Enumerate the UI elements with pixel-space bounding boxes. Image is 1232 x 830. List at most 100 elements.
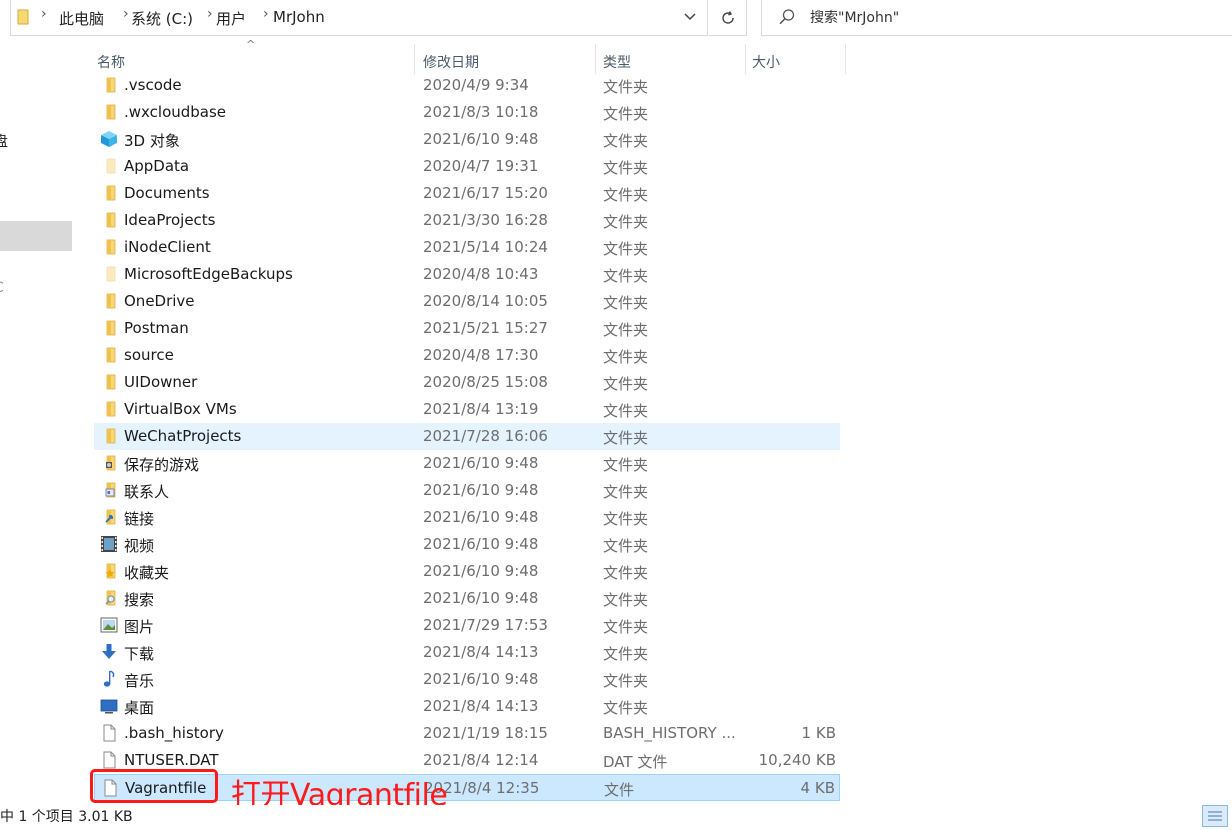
row-date: 2020/8/25 15:08 [423,373,548,391]
row-type: 文件夹 [603,105,649,123]
row-type: 文件夹 [603,348,649,366]
search-icon [779,9,795,25]
row-date: 2021/6/10 9:48 [423,589,539,607]
row-name: 图片 [124,618,155,636]
row-date: 2021/6/10 9:48 [423,562,539,580]
chevron-right-icon[interactable]: › [263,6,269,22]
table-row[interactable]: 音乐 2021/6/10 9:48 文件夹 [94,666,840,693]
column-header-row: ^ 名称 修改日期 类型 大小 [88,38,848,74]
row-name: iNodeClient [124,238,211,256]
row-date: 2021/3/30 16:28 [423,211,548,229]
breadcrumb-drive-c[interactable]: 系统 (C:) [131,8,193,29]
column-header-size[interactable]: 大小 [752,52,780,72]
folder-icon [100,346,118,364]
row-type: 文件夹 [603,321,649,339]
table-row[interactable]: .bash_history 2021/1/19 18:15 BASH_HISTORY… [94,720,840,747]
row-type: 文件夹 [603,483,649,501]
table-row[interactable]: .wxcloudbase 2021/8/3 10:18 文件夹 [94,99,840,126]
row-date: 2021/6/10 9:48 [423,535,539,553]
table-row[interactable]: 3D 对象 2021/6/10 9:48 文件夹 [94,126,840,153]
row-date: 2020/4/8 17:30 [423,346,539,364]
table-row[interactable]: Documents 2021/6/17 15:20 文件夹 [94,180,840,207]
column-divider[interactable] [845,44,846,74]
breadcrumb-users[interactable]: 用户 [216,8,246,29]
row-type: 文件夹 [603,240,649,258]
3d-objects-icon [100,130,118,148]
table-row[interactable]: VirtualBox VMs 2021/8/4 13:19 文件夹 [94,396,840,423]
folder-icon [100,103,118,121]
folder-hidden-icon [100,265,118,283]
table-row[interactable]: 保存的游戏 2021/6/10 9:48 文件夹 [94,450,840,477]
downloads-icon [100,643,118,661]
column-header-date[interactable]: 修改日期 [423,52,479,72]
status-text: 中 1 个项目 3.01 KB [0,809,133,825]
chevron-right-icon[interactable]: › [123,6,129,22]
table-row[interactable]: 联系人 2021/6/10 9:48 文件夹 [94,477,840,504]
details-view-button[interactable] [1202,805,1228,827]
table-row[interactable]: 链接 2021/6/10 9:48 文件夹 [94,504,840,531]
table-row[interactable]: 收藏夹 2021/6/10 9:48 文件夹 [94,558,840,585]
row-type: 文件夹 [603,402,649,420]
column-divider[interactable] [745,44,746,74]
table-row[interactable]: iNodeClient 2021/5/14 10:24 文件夹 [94,234,840,261]
row-type: 文件夹 [603,159,649,177]
row-type: 文件夹 [603,132,649,150]
column-header-name[interactable]: 名称 [97,52,125,72]
column-header-type[interactable]: 类型 [603,52,631,72]
table-row[interactable]: Postman 2021/5/21 15:27 文件夹 [94,315,840,342]
row-type: 文件夹 [603,618,649,636]
address-bar[interactable]: › 此电脑 › 系统 (C:) › 用户 › MrJohn [10,0,708,36]
refresh-button[interactable] [709,0,747,36]
breadcrumb-mrjohn[interactable]: MrJohn [273,8,325,26]
row-name: .vscode [124,76,182,94]
nav-item-label[interactable]: C [0,280,4,296]
nav-item-label[interactable]: 盘 [0,131,8,151]
row-size: 10,240 KB [758,751,836,769]
table-row[interactable]: 视频 2021/6/10 9:48 文件夹 [94,531,840,558]
column-divider[interactable] [414,44,415,74]
table-row[interactable]: 搜索 2021/6/10 9:48 文件夹 [94,585,840,612]
table-row[interactable]: MicrosoftEdgeBackups 2020/4/8 10:43 文件夹 [94,261,840,288]
folder-icon [100,211,118,229]
details-view-icon [1208,811,1222,821]
table-row[interactable]: IdeaProjects 2021/3/30 16:28 文件夹 [94,207,840,234]
row-name: MicrosoftEdgeBackups [124,265,293,283]
table-row[interactable]: OneDrive 2020/8/14 10:05 文件夹 [94,288,840,315]
nav-item-selected[interactable] [0,221,72,251]
chevron-right-icon[interactable]: › [207,6,213,22]
table-row[interactable]: UIDowner 2020/8/25 15:08 文件夹 [94,369,840,396]
search-box[interactable] [761,0,1232,36]
row-name: 音乐 [124,672,155,690]
row-name: .wxcloudbase [124,103,227,121]
row-name: 保存的游戏 [124,456,200,474]
contacts-icon [100,481,118,499]
table-row[interactable]: source 2020/4/8 17:30 文件夹 [94,342,840,369]
row-name: 链接 [124,510,155,528]
table-row[interactable]: 下载 2021/8/4 14:13 文件夹 [94,639,840,666]
table-row[interactable]: 图片 2021/7/29 17:53 文件夹 [94,612,840,639]
row-date: 2021/6/10 9:48 [423,481,539,499]
file-icon [100,724,118,742]
search-input[interactable] [808,6,1212,30]
toolbar: › 此电脑 › 系统 (C:) › 用户 › MrJohn [0,0,1232,37]
table-row[interactable]: 桌面 2021/8/4 14:13 文件夹 [94,693,840,720]
row-type: 文件夹 [603,645,649,663]
row-name: 桌面 [124,699,155,717]
navigation-pane: 盘 C [0,37,72,797]
row-date: 2021/6/10 9:48 [423,454,539,472]
row-type: 文件夹 [603,510,649,528]
row-type: 文件夹 [603,699,649,717]
table-row[interactable]: WeChatProjects 2021/7/28 16:06 文件夹 [94,423,840,450]
folder-hidden-icon [100,157,118,175]
column-divider[interactable] [595,44,596,74]
row-date: 2021/8/4 14:13 [423,643,539,661]
table-row[interactable]: .vscode 2020/4/9 9:34 文件夹 [94,72,840,99]
breadcrumb-this-pc[interactable]: 此电脑 [59,8,104,29]
row-type: BASH_HISTORY ... [603,724,736,742]
favorites-icon [100,562,118,580]
chevron-down-icon[interactable] [683,7,697,27]
row-size: 1 KB [801,724,836,742]
row-date: 2021/8/4 13:19 [423,400,539,418]
table-row[interactable]: AppData 2020/4/7 19:31 文件夹 [94,153,840,180]
row-type: 文件夹 [603,186,649,204]
